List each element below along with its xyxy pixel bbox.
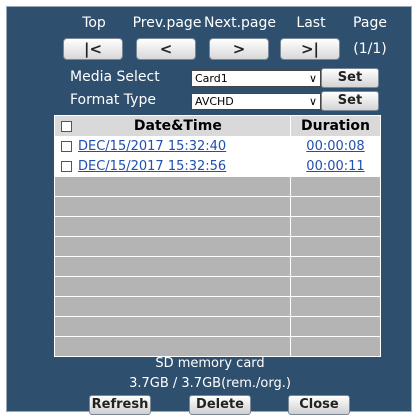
empty-cell <box>290 176 381 197</box>
datetime-link[interactable]: DEC/15/2017 15:32:40 <box>78 139 226 154</box>
empty-cell <box>290 276 381 297</box>
empty-cell <box>54 176 291 197</box>
top-label: Top <box>82 15 106 31</box>
format-select-value: AVCHD <box>195 95 234 108</box>
empty-row <box>54 196 381 217</box>
empty-cell <box>290 316 381 337</box>
table-row: DEC/15/2017 15:32:56 00:00:11 <box>54 156 381 177</box>
empty-cell <box>290 236 381 257</box>
empty-row <box>54 276 381 297</box>
file-table: Date&Time Duration DEC/15/2017 15:32:40 … <box>54 115 381 357</box>
next-page-label: Next.page <box>203 15 277 31</box>
media-set-button[interactable]: Set <box>321 68 379 88</box>
empty-cell <box>54 316 291 337</box>
last-page-button[interactable]: >| <box>280 38 340 60</box>
empty-cell <box>54 296 291 317</box>
empty-row <box>54 316 381 337</box>
duration-link[interactable]: 00:00:11 <box>306 159 364 174</box>
row-checkbox[interactable] <box>61 161 72 172</box>
empty-cell <box>290 196 381 217</box>
empty-cell <box>54 256 291 277</box>
close-button[interactable]: Close <box>288 395 350 415</box>
chevron-left-icon: < <box>159 40 173 58</box>
duration-link[interactable]: 00:00:08 <box>306 139 364 154</box>
media-select[interactable]: Card1 ∨ <box>191 70 321 87</box>
first-page-icon: |< <box>83 40 103 58</box>
prev-page-button[interactable]: < <box>136 38 196 60</box>
prev-page-label: Prev.page <box>132 15 202 31</box>
next-page-button[interactable]: > <box>209 38 269 60</box>
chevron-down-icon: ∨ <box>308 95 317 108</box>
empty-cell <box>290 336 381 357</box>
format-select[interactable]: AVCHD ∨ <box>191 93 321 110</box>
page-label: Page <box>353 15 387 31</box>
empty-cell <box>54 276 291 297</box>
empty-row <box>54 176 381 197</box>
empty-cell <box>54 216 291 237</box>
last-page-icon: >| <box>300 40 320 58</box>
empty-cell <box>290 216 381 237</box>
top-button[interactable]: |< <box>63 38 123 60</box>
datetime-header-label: Date&Time <box>133 118 222 134</box>
header-datetime: Date&Time <box>54 115 291 137</box>
empty-cell <box>54 196 291 217</box>
page-count: (1/1) <box>353 41 387 57</box>
empty-cell <box>54 336 291 357</box>
empty-cell <box>290 296 381 317</box>
empty-row <box>54 236 381 257</box>
datetime-cell: DEC/15/2017 15:32:40 <box>54 136 291 157</box>
empty-cell <box>54 236 291 257</box>
storage-title: SD memory card <box>155 356 265 371</box>
empty-cell <box>290 256 381 277</box>
empty-row <box>54 336 381 357</box>
table-row: DEC/15/2017 15:32:40 00:00:08 <box>54 136 381 157</box>
media-select-label: Media Select <box>70 69 160 85</box>
empty-row <box>54 296 381 317</box>
table-header-row: Date&Time Duration <box>54 115 381 137</box>
refresh-button[interactable]: Refresh <box>89 395 151 415</box>
empty-row <box>54 216 381 237</box>
chevron-right-icon: > <box>232 40 246 58</box>
header-duration: Duration <box>290 115 381 137</box>
datetime-link[interactable]: DEC/15/2017 15:32:56 <box>78 159 226 174</box>
select-all-checkbox[interactable] <box>61 120 72 132</box>
media-select-value: Card1 <box>195 72 228 85</box>
datetime-cell: DEC/15/2017 15:32:56 <box>54 156 291 177</box>
duration-cell: 00:00:08 <box>290 136 381 157</box>
chevron-down-icon: ∨ <box>308 72 317 85</box>
delete-button[interactable]: Delete <box>189 395 251 415</box>
storage-capacity: 3.7GB / 3.7GB(rem./org.) <box>129 376 291 391</box>
format-set-button[interactable]: Set <box>321 91 379 111</box>
duration-cell: 00:00:11 <box>290 156 381 177</box>
playback-panel: Top Prev.page Next.page Last Page |< < >… <box>6 6 412 415</box>
format-type-label: Format Type <box>70 92 156 108</box>
empty-row <box>54 256 381 277</box>
row-checkbox[interactable] <box>61 141 72 152</box>
